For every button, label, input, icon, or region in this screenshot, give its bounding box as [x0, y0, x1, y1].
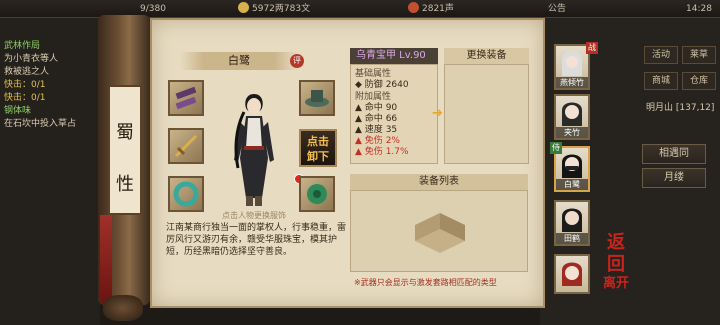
rod-character: 性	[116, 174, 134, 195]
unequip-label: 卸下	[307, 150, 329, 163]
character-name-banner: 白鹭	[180, 52, 298, 70]
side-button-moon[interactable]: 月缕	[642, 168, 706, 188]
extra-attr-label: 附加属性	[355, 92, 392, 102]
attr-name: 免伤	[364, 147, 383, 157]
equipment-list-header: 装备列表	[350, 174, 528, 190]
equip-slot-head[interactable]	[299, 80, 335, 116]
equip-slot-ring[interactable]	[168, 176, 204, 212]
portrait-name: 白鹭	[556, 179, 588, 190]
companion-avatar	[562, 208, 582, 232]
money-readout: 5972两783文	[238, 2, 310, 16]
location-name: 明月山	[646, 103, 674, 113]
empty-chest-icon	[415, 213, 465, 253]
attr-value: 66	[385, 114, 398, 124]
attr-name: 速度	[364, 125, 383, 135]
character-description: 江南某商行独当一面的掌权人，行事稳重，雷厉风行又游刃有余，赣受华服珠宝，模其护短…	[166, 223, 347, 257]
base-attr-label: 基础属性	[355, 69, 392, 79]
capacity-readout: 9/380	[140, 2, 166, 16]
quest-title: 武林作局	[4, 41, 41, 51]
unequip-label: 点击	[307, 135, 329, 148]
attr-name: 命中	[364, 103, 383, 113]
unequip-button[interactable]: 点击 卸下	[299, 129, 337, 167]
equipment-stats-box: 基础属性 ◆ 防御 2640 附加属性 ▲ 命中 90 ▲ 命中 66 ▲ 速度…	[350, 64, 438, 164]
return-leave-button[interactable]: 返 回 离开	[596, 232, 636, 302]
sword-icon	[174, 134, 198, 158]
attr-name: 命中	[364, 114, 383, 124]
quest-line: 快击：0/1	[4, 93, 46, 103]
money-value: 5972两783文	[252, 4, 311, 14]
quest-line: 为小青衣等人	[4, 54, 59, 64]
equipment-list[interactable]	[350, 190, 528, 272]
leave-label: 离开	[602, 276, 629, 291]
equip-slot-weapon[interactable]	[168, 128, 204, 164]
scroll-knob	[103, 295, 143, 321]
character-figure[interactable]	[222, 88, 286, 210]
quest-tracker[interactable]: 武林作局 为小青衣等人 救被逃之人 快击：0/1 快击：0/1 钢体味 在石坎中…	[4, 40, 104, 131]
extra-attr-row: ▲ 免伤 2%	[355, 136, 400, 146]
battle-tag: 战	[586, 42, 598, 54]
portrait-name: 燕倾竹	[556, 77, 588, 88]
companion-avatar	[562, 102, 582, 126]
attr-value: 1.7%	[385, 147, 409, 157]
quest-title: 钢体味	[4, 106, 32, 116]
menu-button-shop[interactable]: 商城	[644, 72, 678, 90]
swap-equipment-box[interactable]	[444, 64, 529, 164]
change-outfit-hint: 点击人物更换服饰	[222, 211, 286, 220]
extra-attr-row: ▲ 速度 35	[355, 125, 398, 135]
extra-attr-row: ▲ 免伤 1.7%	[355, 147, 409, 157]
clock: 14:28	[686, 4, 712, 14]
swap-equipment-header: 更换装备	[444, 48, 529, 64]
portrait-companion-2[interactable]: 夹竹	[554, 94, 590, 140]
equipment-title: 乌青宝甲 Lv.90	[350, 48, 438, 64]
capacity-value: 9/380	[140, 4, 166, 14]
notice-button[interactable]: 公告	[548, 2, 566, 16]
portrait-name: 夹竹	[556, 127, 588, 138]
weapon-filter-note: ※武器只会显示与激发套路相匹配的类型	[354, 278, 497, 287]
menu-button-storage[interactable]: 仓库	[682, 72, 716, 90]
prestige-value: 2821声	[422, 4, 454, 14]
menu-button-herbs[interactable]: 莱草	[682, 46, 716, 64]
menu-button-activity[interactable]: 活动	[644, 46, 678, 64]
equip-slot-talisman[interactable]	[299, 176, 335, 212]
base-attr-row: ◆ 防御 2640	[355, 80, 409, 90]
side-button-meet[interactable]: 相遇同	[642, 144, 706, 164]
prestige-readout: 2821声	[408, 2, 454, 16]
eval-badge-button[interactable]: 评	[290, 54, 304, 68]
return-label: 回	[607, 254, 625, 275]
hat-icon	[305, 90, 329, 107]
jade-ring-icon	[173, 181, 199, 207]
quest-line: 在石坎中投入草占	[4, 119, 77, 129]
attr-value: 90	[385, 103, 398, 113]
portrait-companion-5[interactable]	[554, 254, 590, 294]
attr-value: 2%	[385, 136, 400, 146]
rod-character: 蜀	[116, 122, 134, 143]
attr-name: 防御	[364, 80, 383, 90]
portrait-companion-1[interactable]: 燕倾竹	[554, 44, 590, 90]
extra-attr-row: ▲ 命中 66	[355, 114, 398, 124]
attr-name: 免伤	[364, 136, 383, 146]
quest-line: 快击：0/1	[4, 80, 46, 90]
return-label: 返	[607, 232, 625, 253]
companion-avatar	[562, 262, 582, 286]
scroll-tassel	[100, 215, 112, 305]
character-name: 白鹭	[228, 54, 250, 67]
quest-line: 救被逃之人	[4, 67, 50, 77]
dragon-pendant-icon	[307, 184, 327, 204]
equip-slot-accessory[interactable]	[168, 80, 204, 116]
coin-icon	[238, 2, 249, 13]
attr-value: 35	[385, 125, 398, 135]
portrait-name: 田鹤	[556, 233, 588, 244]
extra-attr-row: ▲ 命中 90	[355, 103, 398, 113]
attendant-tag: 侍	[550, 142, 562, 154]
prestige-icon	[408, 2, 419, 13]
location-readout: 明月山 [137,12]	[646, 100, 714, 113]
attr-value: 2640	[385, 80, 409, 90]
bracer-icon	[175, 86, 197, 110]
location-coords: [137,12]	[675, 103, 715, 113]
portrait-companion-4[interactable]: 田鹤	[554, 200, 590, 246]
companion-avatar	[562, 50, 582, 76]
